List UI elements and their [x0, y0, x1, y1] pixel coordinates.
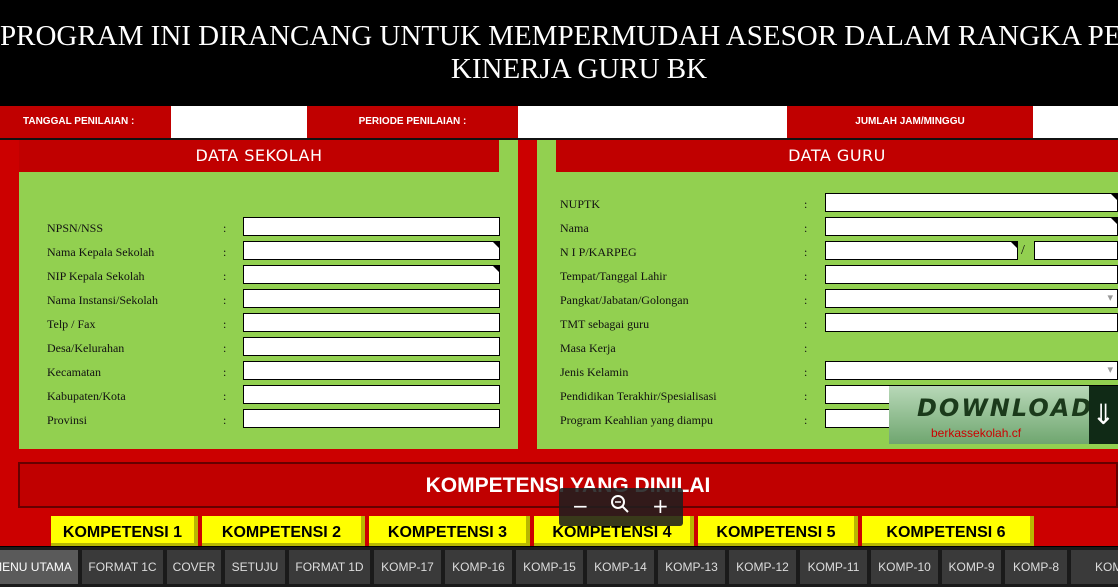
sheet-tabs: MENU UTAMA FORMAT 1C COVER SETUJU FORMAT… — [0, 547, 1118, 587]
sekolah-label-instansi: Nama Instansi/Sekolah — [47, 293, 158, 307]
colon: : — [223, 341, 227, 355]
nip-kepala-input[interactable] — [243, 265, 500, 284]
telp-input[interactable] — [243, 313, 500, 332]
guru-label-nip: N I P/KARPEG — [560, 245, 637, 259]
tab-komp-15[interactable]: KOMP-15 — [516, 550, 583, 584]
desa-input[interactable] — [243, 337, 500, 356]
colon: : — [223, 365, 227, 379]
tab-format-1d[interactable]: FORMAT 1D — [289, 550, 370, 584]
pangkat-select[interactable] — [825, 289, 1118, 308]
header-line-1: PROGRAM INI DIRANCANG UNTUK MEMPERMUDAH … — [0, 20, 1118, 52]
download-site: berkassekolah.cf — [931, 426, 1022, 440]
jam-label: JUMLAH JAM/MINGGU — [787, 106, 1033, 138]
sekolah-title: DATA SEKOLAH — [19, 140, 499, 172]
tanggal-label: TANGGAL PENILAIAN : — [0, 106, 171, 138]
magnifier-icon[interactable] — [610, 494, 630, 519]
kabupaten-input[interactable] — [243, 385, 500, 404]
npsn-input[interactable] — [243, 217, 500, 236]
tab-komp-17[interactable]: KOMP-17 — [374, 550, 441, 584]
guru-label-ttl: Tempat/Tanggal Lahir — [560, 269, 667, 283]
colon: : — [804, 245, 808, 259]
ttl-input[interactable] — [825, 265, 1118, 284]
colon: : — [804, 269, 808, 283]
jenis-kelamin-select[interactable] — [825, 361, 1118, 380]
guru-label-masa-kerja: Masa Kerja — [560, 341, 616, 355]
page-header: PROGRAM INI DIRANCANG UNTUK MEMPERMUDAH … — [0, 0, 1118, 106]
tab-komp-14[interactable]: KOMP-14 — [587, 550, 654, 584]
jam-input[interactable] — [1033, 106, 1118, 138]
tab-komp-9[interactable]: KOMP-9 — [942, 550, 1001, 584]
sekolah-label-kabupaten: Kabupaten/Kota — [47, 389, 126, 403]
instansi-input[interactable] — [243, 289, 500, 308]
colon: : — [223, 413, 227, 427]
colon: : — [223, 269, 227, 283]
zoom-in-button[interactable]: + — [652, 494, 669, 518]
tab-komp-8[interactable]: KOMP-8 — [1005, 550, 1067, 584]
guru-label-pangkat: Pangkat/Jabatan/Golongan — [560, 293, 689, 307]
kompetensi-2-button[interactable]: KOMPETENSI 2 — [202, 516, 365, 546]
tab-komp-16[interactable]: KOMP-16 — [445, 550, 512, 584]
provinsi-input[interactable] — [243, 409, 500, 428]
sekolah-label-npsn: NPSN/NSS — [47, 221, 104, 235]
colon: : — [223, 221, 227, 235]
tab-komp-7[interactable]: KOMP-7 — [1071, 550, 1118, 584]
sekolah-label-telp: Telp / Fax — [47, 317, 96, 331]
kepala-sekolah-input[interactable] — [243, 241, 500, 260]
tab-komp-11[interactable]: KOMP-11 — [800, 550, 867, 584]
kompetensi-6-button[interactable]: KOMPETENSI 6 — [862, 516, 1034, 546]
download-text: DOWNLOAD — [917, 394, 1094, 422]
colon: : — [223, 245, 227, 259]
tab-komp-12[interactable]: KOMP-12 — [729, 550, 796, 584]
guru-label-jenis-kelamin: Jenis Kelamin — [560, 365, 629, 379]
guru-label-tmt: TMT sebagai guru — [560, 317, 650, 331]
colon: : — [804, 341, 808, 355]
nip-separator: / — [1021, 243, 1025, 258]
tab-komp-10[interactable]: KOMP-10 — [871, 550, 938, 584]
colon: : — [804, 221, 808, 235]
periode-label: PERIODE PENILAIAN : — [307, 106, 518, 138]
kecamatan-input[interactable] — [243, 361, 500, 380]
tab-menu-utama[interactable]: MENU UTAMA — [0, 550, 78, 584]
zoom-controls: − + — [559, 488, 683, 526]
karpeg-input[interactable] — [1034, 241, 1118, 260]
colon: : — [804, 197, 808, 211]
sekolah-label-desa: Desa/Kelurahan — [47, 341, 125, 355]
colon: : — [804, 389, 808, 403]
sekolah-label-provinsi: Provinsi — [47, 413, 88, 427]
kompetensi-3-button[interactable]: KOMPETENSI 3 — [369, 516, 530, 546]
kompetensi-5-button[interactable]: KOMPETENSI 5 — [698, 516, 858, 546]
download-banner[interactable]: DOWNLOAD berkassekolah.cf ⇓ — [889, 386, 1118, 444]
tab-format-1c[interactable]: FORMAT 1C — [82, 550, 163, 584]
colon: : — [804, 413, 808, 427]
colon: : — [223, 317, 227, 331]
chevron-down-icon: ⇓ — [1089, 386, 1118, 444]
guru-label-program-keahlian: Program Keahlian yang diampu — [560, 413, 713, 427]
periode-input[interactable] — [518, 106, 787, 138]
guru-label-pendidikan: Pendidikan Terakhir/Spesialisasi — [560, 389, 717, 403]
nama-guru-input[interactable] — [825, 217, 1118, 236]
colon: : — [804, 365, 808, 379]
tmt-input[interactable] — [825, 313, 1118, 332]
sekolah-label-kecamatan: Kecamatan — [47, 365, 101, 379]
guru-label-nama: Nama — [560, 221, 589, 235]
tanggal-input[interactable] — [171, 106, 307, 138]
nip-input[interactable] — [825, 241, 1018, 260]
kompetensi-1-button[interactable]: KOMPETENSI 1 — [51, 516, 198, 546]
sekolah-label-kepala: Nama Kepala Sekolah — [47, 245, 155, 259]
colon: : — [223, 389, 227, 403]
colon: : — [804, 293, 808, 307]
zoom-out-button[interactable]: − — [572, 494, 589, 518]
tab-setuju[interactable]: SETUJU — [225, 550, 285, 584]
tab-komp-13[interactable]: KOMP-13 — [658, 550, 725, 584]
guru-title: DATA GURU — [556, 140, 1118, 172]
tab-cover[interactable]: COVER — [167, 550, 221, 584]
guru-label-nuptk: NUPTK — [560, 197, 601, 211]
colon: : — [804, 317, 808, 331]
nuptk-input[interactable] — [825, 193, 1118, 212]
sekolah-label-nip-kepala: NIP Kepala Sekolah — [47, 269, 145, 283]
header-line-2: KINERJA GURU BK — [450, 53, 708, 85]
colon: : — [223, 293, 227, 307]
